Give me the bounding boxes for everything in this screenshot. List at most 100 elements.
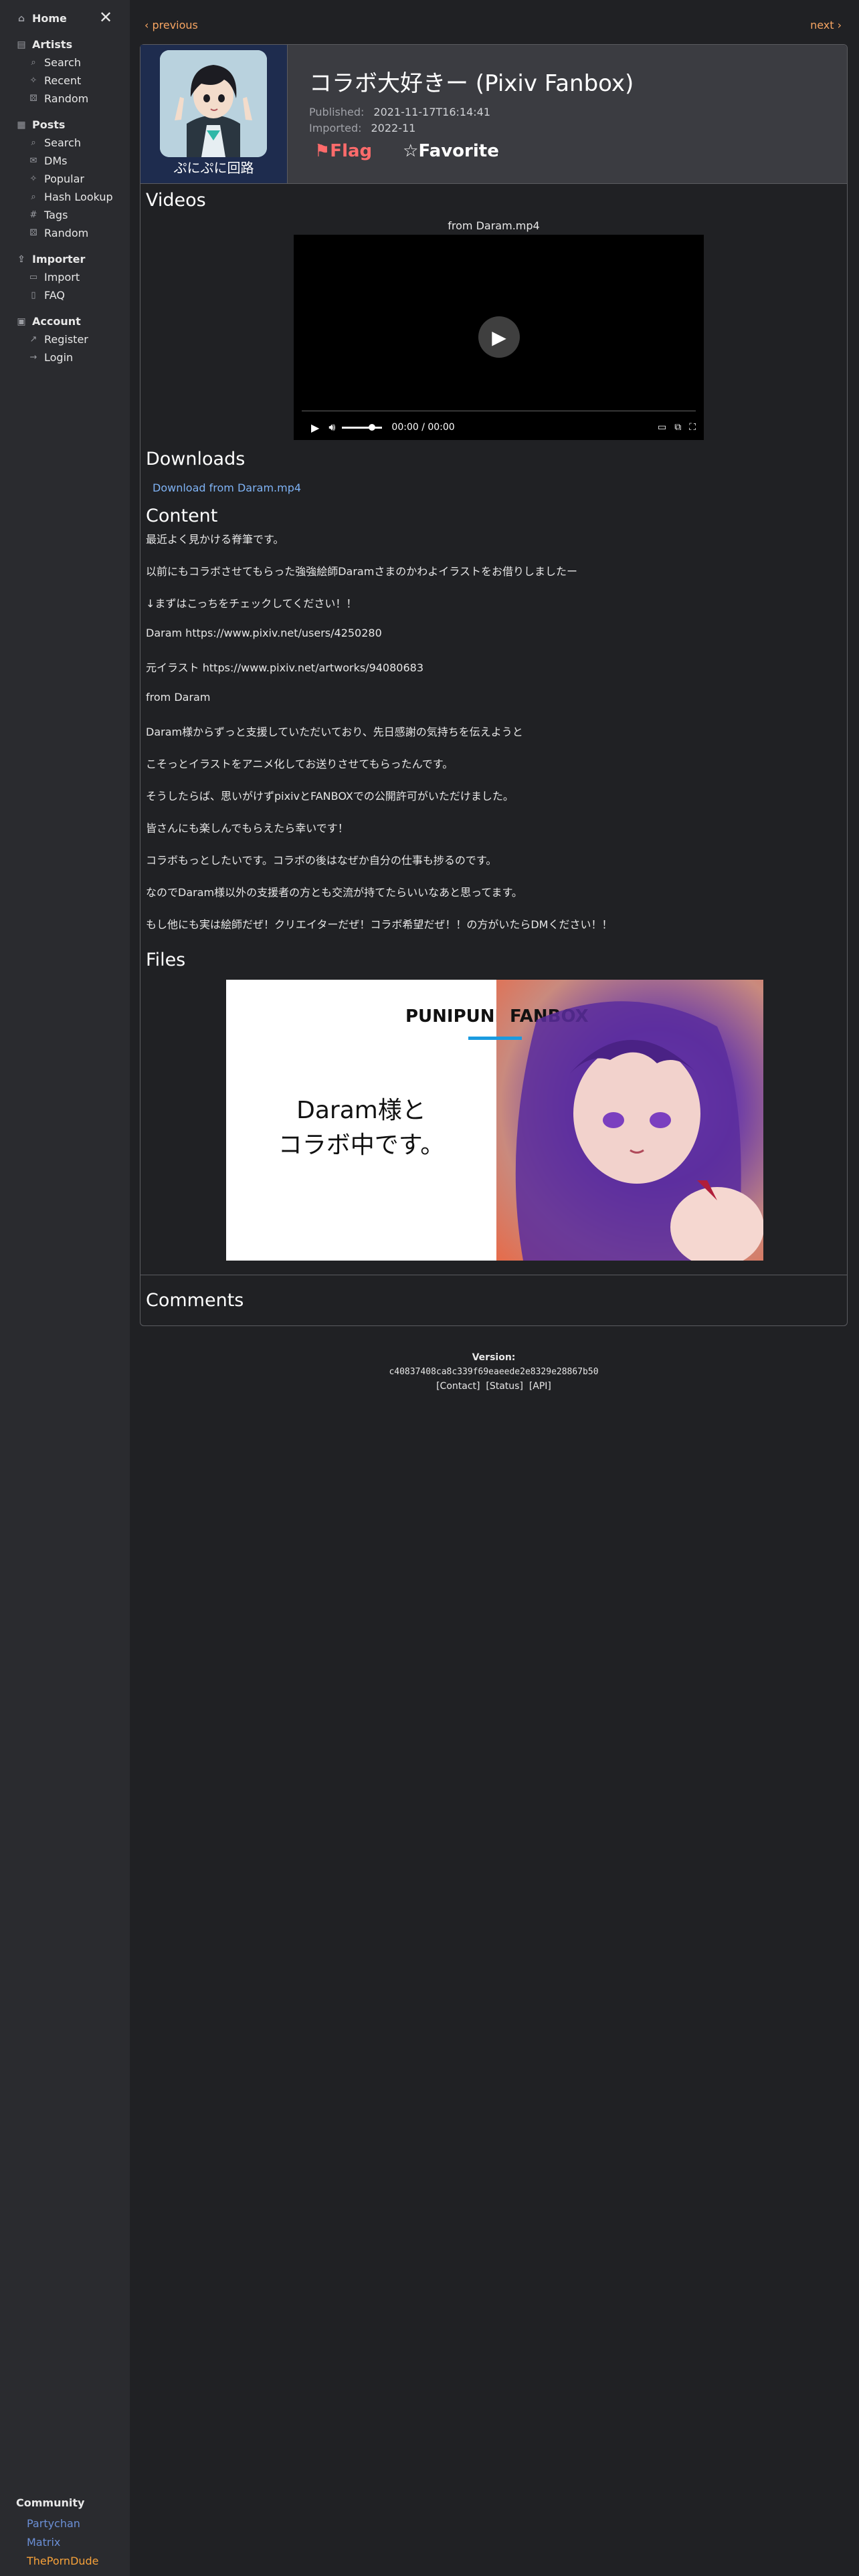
download-link[interactable]: Download from Daram.mp4	[153, 481, 301, 494]
community-link-theporndude[interactable]: ThePornDude	[16, 2552, 99, 2571]
sparkle-icon: ✧	[29, 76, 37, 86]
brand-punipuni: PUNIPUNI	[405, 1006, 502, 1027]
faq-icon: ▯	[31, 290, 36, 300]
search-icon: ⌕	[31, 58, 36, 68]
sidebar-item-label: Register	[44, 333, 88, 346]
sidebar-account-title: Account	[32, 315, 81, 328]
flag-button[interactable]: ⚑Flag	[309, 141, 372, 161]
downloads-heading: Downloads	[146, 449, 246, 469]
favorite-button[interactable]: ☆Favorite	[403, 141, 499, 161]
files-heading: Files	[146, 950, 186, 970]
published-label: Published:	[309, 106, 365, 118]
sidebar-item-posts-hash-lookup[interactable]: ⌕ Hash Lookup	[0, 188, 130, 206]
file-image[interactable]: PUNIPUNI Daram様と コラボ中です。 FANBOX	[226, 980, 763, 1261]
collab-line-2: コラボ中です。	[278, 1132, 445, 1159]
sidebar-item-posts-search[interactable]: ⌕ Search	[0, 134, 130, 152]
published-row: Published: 2021-11-17T16:14:41	[309, 106, 634, 118]
import-icon: ▭	[29, 272, 38, 282]
artist-name[interactable]: ぷにぷに回路	[140, 157, 287, 177]
community-title: Community	[16, 2496, 85, 2509]
sidebar-item-posts-popular[interactable]: ✧ Popular	[0, 170, 130, 188]
video-time: 00:00 / 00:00	[391, 422, 455, 433]
artist-banner[interactable]: ぷにぷに回路	[140, 45, 288, 183]
sidebar-item-register[interactable]: ↗ Register	[0, 330, 130, 348]
content-paragraph: なのでDaram様以外の支援者の方とも交流が持てたらいいなあと思ってます。	[146, 886, 522, 899]
sidebar-artists-title: Artists	[32, 38, 73, 51]
published-value: 2021-11-17T16:14:41	[373, 106, 491, 118]
sidebar-item-label: Search	[44, 56, 81, 69]
version-hash: c40837408ca8c339f69eaeede2e8329e28867b50	[389, 1367, 599, 1377]
sidebar-item-label: Import	[44, 271, 80, 284]
sparkle-icon: ✧	[29, 174, 37, 184]
file-image-left-panel: PUNIPUNI Daram様と コラボ中です。	[226, 980, 501, 1261]
fullscreen-icon[interactable]: ⛶	[689, 422, 696, 433]
community-link-partychan[interactable]: Partychan	[16, 2514, 99, 2533]
post-navigation: ‹ previous next ›	[145, 19, 842, 31]
post-card: ぷにぷに回路 コラボ大好きー (Pixiv Fanbox) Published:…	[140, 44, 848, 1326]
sidebar-importer-header: ⇪ Importer	[0, 250, 130, 268]
post-title: コラボ大好きー (Pixiv Fanbox)	[309, 70, 634, 97]
collab-line-1: Daram様と	[296, 1097, 426, 1124]
login-icon: →	[29, 352, 37, 362]
posts-icon: ▦	[17, 119, 26, 130]
home-icon: ⌂	[17, 13, 25, 24]
volume-knob[interactable]	[369, 423, 376, 431]
imported-row: Imported: 2022-11	[309, 122, 634, 134]
sidebar-item-label: Search	[44, 136, 81, 149]
sidebar-item-import[interactable]: ▭ Import	[0, 268, 130, 286]
sidebar-item-faq[interactable]: ▯ FAQ	[0, 286, 130, 304]
hash-icon: #	[29, 210, 37, 220]
dice-icon: ⚄	[29, 228, 37, 238]
previous-link[interactable]: ‹ previous	[145, 19, 198, 31]
sidebar-account-header: ▣ Account	[0, 312, 130, 330]
video-caption: from Daram.mp4	[448, 219, 540, 232]
volume-icon[interactable]: 🔊︎	[328, 421, 335, 434]
sidebar-artists-header: ▤ Artists	[0, 35, 130, 53]
footer-links[interactable]: [Contact] [Status] [API]	[140, 1381, 848, 1392]
community-section: Community Partychan Matrix ThePornDude	[16, 2496, 99, 2571]
video-player[interactable]: ▶ ▶ 🔊︎ 00:00 / 00:00 ▭ ⧉ ⛶	[294, 235, 704, 440]
video-controls: ▶ 🔊︎ 00:00 / 00:00 ▭ ⧉ ⛶	[311, 419, 696, 435]
sidebar-item-artists-random[interactable]: ⚄ Random	[0, 90, 130, 108]
artists-icon: ▤	[17, 39, 26, 50]
imported-value: 2022-11	[371, 122, 416, 134]
volume-slider[interactable]	[342, 423, 383, 431]
content-paragraph: from Daram	[146, 691, 211, 704]
content-paragraph: Daram様からずっと支援していただいており、先日感謝の気持ちを伝えようと	[146, 726, 523, 738]
pip-icon[interactable]: ⧉	[674, 422, 681, 433]
content-paragraph: 以前にもコラボさせてもらった強強絵師Daramさまのかわよイラストをお借りしまし…	[146, 565, 577, 578]
play-icon[interactable]: ▶	[311, 421, 319, 434]
close-sidebar-icon[interactable]: ✕	[99, 9, 112, 25]
content-paragraph: こそっとイラストをアニメ化してお送りさせてもらったんです。	[146, 758, 454, 770]
sidebar-item-label: Recent	[44, 74, 82, 87]
sidebar-item-label: DMs	[44, 154, 68, 167]
sidebar-item-artists-search[interactable]: ⌕ Search	[0, 53, 130, 72]
videos-heading: Videos	[146, 190, 206, 211]
sidebar-item-label: Popular	[44, 173, 84, 185]
sidebar-posts-header: ▦ Posts	[0, 116, 130, 134]
artist-avatar[interactable]	[160, 50, 267, 157]
dice-icon: ⚄	[29, 94, 37, 104]
imported-label: Imported:	[309, 122, 362, 134]
sidebar-item-posts-random[interactable]: ⚄ Random	[0, 224, 130, 242]
sidebar-item-label: Random	[44, 227, 89, 239]
content-paragraph: 皆さんにも楽しんでもらえたら幸いです！	[146, 822, 349, 835]
sidebar-item-artists-recent[interactable]: ✧ Recent	[0, 72, 130, 90]
sidebar-item-label: FAQ	[44, 289, 65, 302]
comments-heading: Comments	[146, 1290, 244, 1311]
next-link[interactable]: next ›	[810, 19, 842, 31]
sidebar-item-posts-dms[interactable]: ✉ DMs	[0, 152, 130, 170]
mail-icon: ✉	[29, 156, 37, 166]
sidebar-home-label: Home	[32, 12, 67, 25]
search-icon: ⌕	[31, 192, 36, 202]
content-paragraph: コラボもっとしたいです。コラボの後はなぜか自分の仕事も捗るのです。	[146, 854, 497, 867]
captions-icon[interactable]: ▭	[658, 422, 666, 433]
content-paragraph: ↓まずはこっちをチェックしてください！！	[146, 597, 357, 610]
sidebar-item-posts-tags[interactable]: # Tags	[0, 206, 130, 224]
register-icon: ↗	[29, 334, 37, 344]
play-overlay-icon[interactable]: ▶	[478, 316, 520, 358]
sidebar-item-login[interactable]: → Login	[0, 348, 130, 366]
sidebar: ✕ ⌂ Home ▤ Artists ⌕ Search ✧ Recent ⚄ R…	[0, 0, 130, 2576]
post-info: コラボ大好きー (Pixiv Fanbox) Published: 2021-11…	[288, 45, 634, 183]
community-link-matrix[interactable]: Matrix	[16, 2533, 99, 2552]
